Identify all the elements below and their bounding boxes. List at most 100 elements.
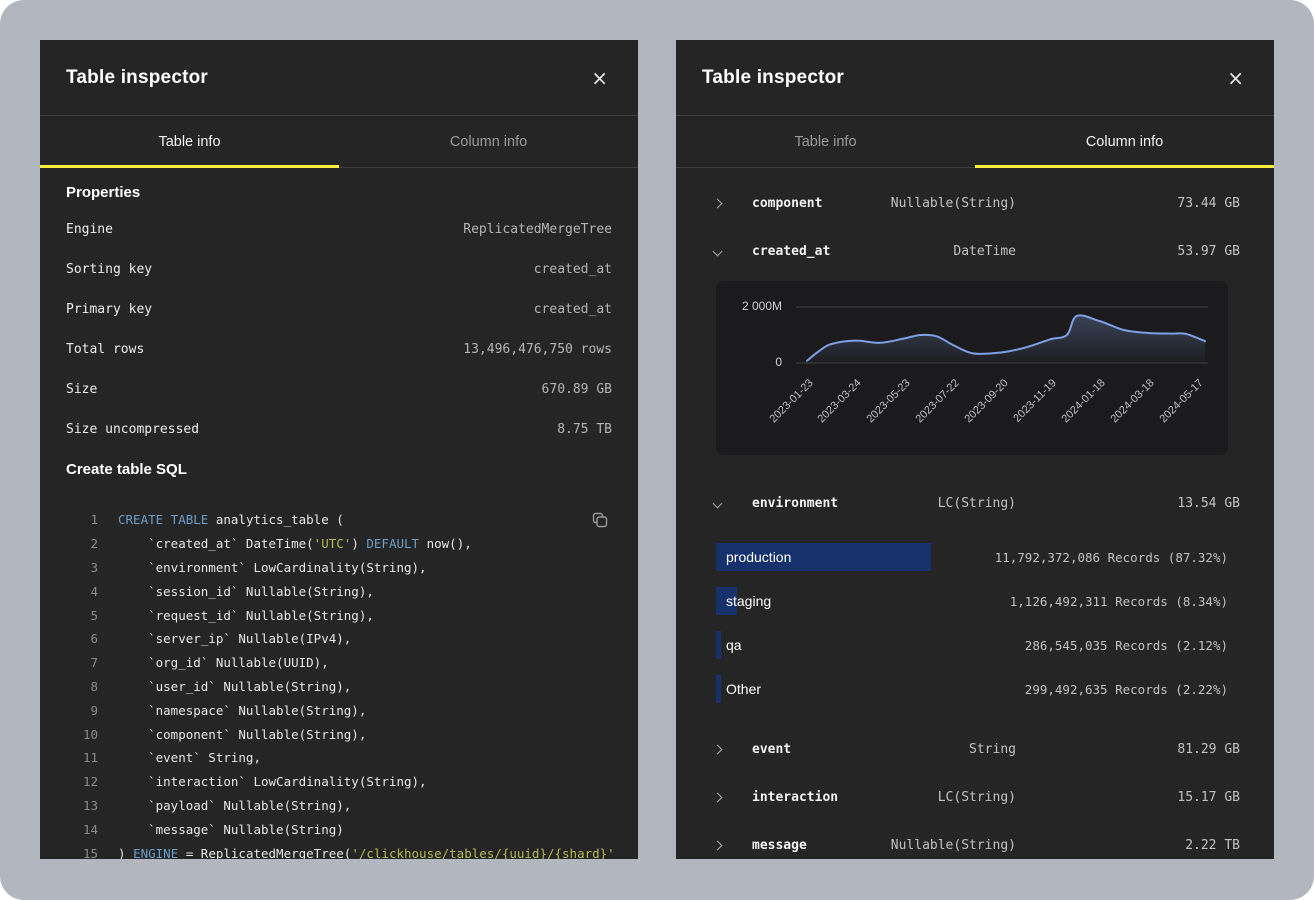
chevron-right-icon [710,788,752,806]
table-inspector-panel-left: Table inspector × Table info Column info… [40,40,638,859]
sql-line-text: `component` Nullable(String), [118,727,366,742]
environment-value-bar [716,675,721,703]
property-row: Size670.89 GB [66,369,612,409]
environment-value-row: Other299,492,635 Records (2.22%) [710,667,1240,711]
property-label: Total rows [66,342,144,357]
sql-line-text: `event` String, [118,750,261,765]
tab-table-info[interactable]: Table info [40,116,339,167]
chevron-right-icon [710,836,752,854]
environment-value-label: staging [726,593,771,609]
column-size: 15.17 GB [1177,790,1240,805]
sql-line: 6 `server_ip` Nullable(IPv4), [66,627,612,651]
property-row: Size uncompressed8.75 TB [66,409,612,449]
tab-column-info[interactable]: Column info [975,116,1274,167]
sql-line-number: 5 [66,608,98,623]
panel-header: Table inspector × [676,40,1274,116]
column-row[interactable]: messageNullable(String)2.22 TB [710,821,1240,859]
column-type: Nullable(String) [891,838,1016,853]
column-type: DateTime [953,244,1016,259]
property-value: 8.75 TB [557,422,612,437]
tab-table-info[interactable]: Table info [676,116,975,167]
chevron-right-icon [710,740,752,758]
column-name: created_at [752,244,953,259]
sql-line: 5 `request_id` Nullable(String), [66,603,612,627]
environment-value-records: 1,126,492,311 Records (8.34%) [1010,594,1240,609]
column-name: message [752,838,891,853]
property-label: Sorting key [66,262,152,277]
environment-value-row: qa 286,545,035 Records (2.12%) [710,623,1240,667]
close-icon[interactable]: × [587,66,612,90]
created-at-distribution-chart: 2 000M02023-01-232023-03-242023-05-23202… [716,281,1228,455]
property-value: ReplicatedMergeTree [463,222,612,237]
environment-value-bar [716,631,721,659]
sql-line-text: `environment` LowCardinality(String), [118,560,427,575]
sql-line: 2 `created_at` DateTime('UTC') DEFAULT n… [66,532,612,556]
sql-line-text: `interaction` LowCardinality(String), [118,774,427,789]
panel-title: Table inspector [702,67,844,89]
property-value: created_at [534,262,612,277]
column-name: event [752,742,969,757]
sql-line-text: `payload` Nullable(String), [118,798,351,813]
column-name: interaction [752,790,938,805]
column-size: 73.44 GB [1177,196,1240,211]
sql-code-block: 1CREATE TABLE analytics_table (2 `create… [66,508,612,859]
sql-line: 8 `user_id` Nullable(String), [66,675,612,699]
sql-line-text: `namespace` Nullable(String), [118,703,366,718]
sql-line: 15) ENGINE = ReplicatedMergeTree('/click… [66,841,612,859]
property-label: Primary key [66,302,152,317]
sql-line-text: `request_id` Nullable(String), [118,608,374,623]
copy-icon[interactable] [590,510,610,533]
sql-line: 7 `org_id` Nullable(UUID), [66,651,612,675]
environment-value-row: production11,792,372,086 Records (87.32%… [710,535,1240,579]
column-size: 13.54 GB [1177,496,1240,511]
column-row[interactable]: componentNullable(String)73.44 GB [710,179,1240,227]
panel-title: Table inspector [66,67,208,89]
column-row[interactable]: environmentLC(String) 13.54 GB [710,479,1240,527]
sql-line-text: `message` Nullable(String) [118,822,344,837]
y-axis-label-max: 2 000M [720,299,782,313]
property-value: created_at [534,302,612,317]
sql-line-number: 3 [66,560,98,575]
panel-header: Table inspector × [40,40,638,116]
sql-line-number: 11 [66,750,98,765]
column-size: 53.97 GB [1177,244,1240,259]
properties-list: EngineReplicatedMergeTree Sorting key crea… [66,209,612,449]
column-row[interactable]: created_atDateTime 53.97 GB [710,227,1240,275]
column-row[interactable]: eventString81.29 GB [710,725,1240,773]
column-type: LC(String) [938,496,1016,511]
sql-line-number: 14 [66,822,98,837]
column-name: component [752,196,891,211]
column-name: environment [752,496,938,511]
sql-code-lines: 1CREATE TABLE analytics_table (2 `create… [66,508,612,859]
chevron-down-icon [710,242,752,260]
sql-line-number: 7 [66,655,98,670]
environment-value-row: staging 1,126,492,311 Records (8.34%) [710,579,1240,623]
tab-bar: Table info Column info [676,116,1274,168]
sql-line-number: 2 [66,536,98,551]
column-row[interactable]: interactionLC(String) 15.17 GB [710,773,1240,821]
property-row: Primary key created_at [66,289,612,329]
sql-line-number: 12 [66,774,98,789]
sql-line-text: `created_at` DateTime('UTC') DEFAULT now… [118,536,472,551]
property-value: 13,496,476,750 rows [463,342,612,357]
environment-value-label: qa [726,637,742,653]
close-icon[interactable]: × [1223,66,1248,90]
chevron-down-icon [710,494,752,512]
sql-line: 10 `component` Nullable(String), [66,722,612,746]
sql-line-text: ) ENGINE = ReplicatedMergeTree('/clickho… [118,846,615,859]
sql-line-text: CREATE TABLE analytics_table ( [118,512,344,527]
environment-value-records: 286,545,035 Records (2.12%) [1025,638,1240,653]
column-type: LC(String) [938,790,1016,805]
sql-line: 4 `session_id` Nullable(String), [66,579,612,603]
property-value: 670.89 GB [542,382,612,397]
create-table-sql-heading: Create table SQL [66,461,612,478]
property-row: Sorting key created_at [66,249,612,289]
sql-line-text: `org_id` Nullable(UUID), [118,655,329,670]
y-axis-label-zero: 0 [720,355,782,369]
environment-value-list: production11,792,372,086 Records (87.32%… [710,535,1240,711]
property-row: EngineReplicatedMergeTree [66,209,612,249]
tab-column-info[interactable]: Column info [339,116,638,167]
sql-line-number: 8 [66,679,98,694]
sql-line-text: `session_id` Nullable(String), [118,584,374,599]
property-row: Total rows 13,496,476,750 rows [66,329,612,369]
